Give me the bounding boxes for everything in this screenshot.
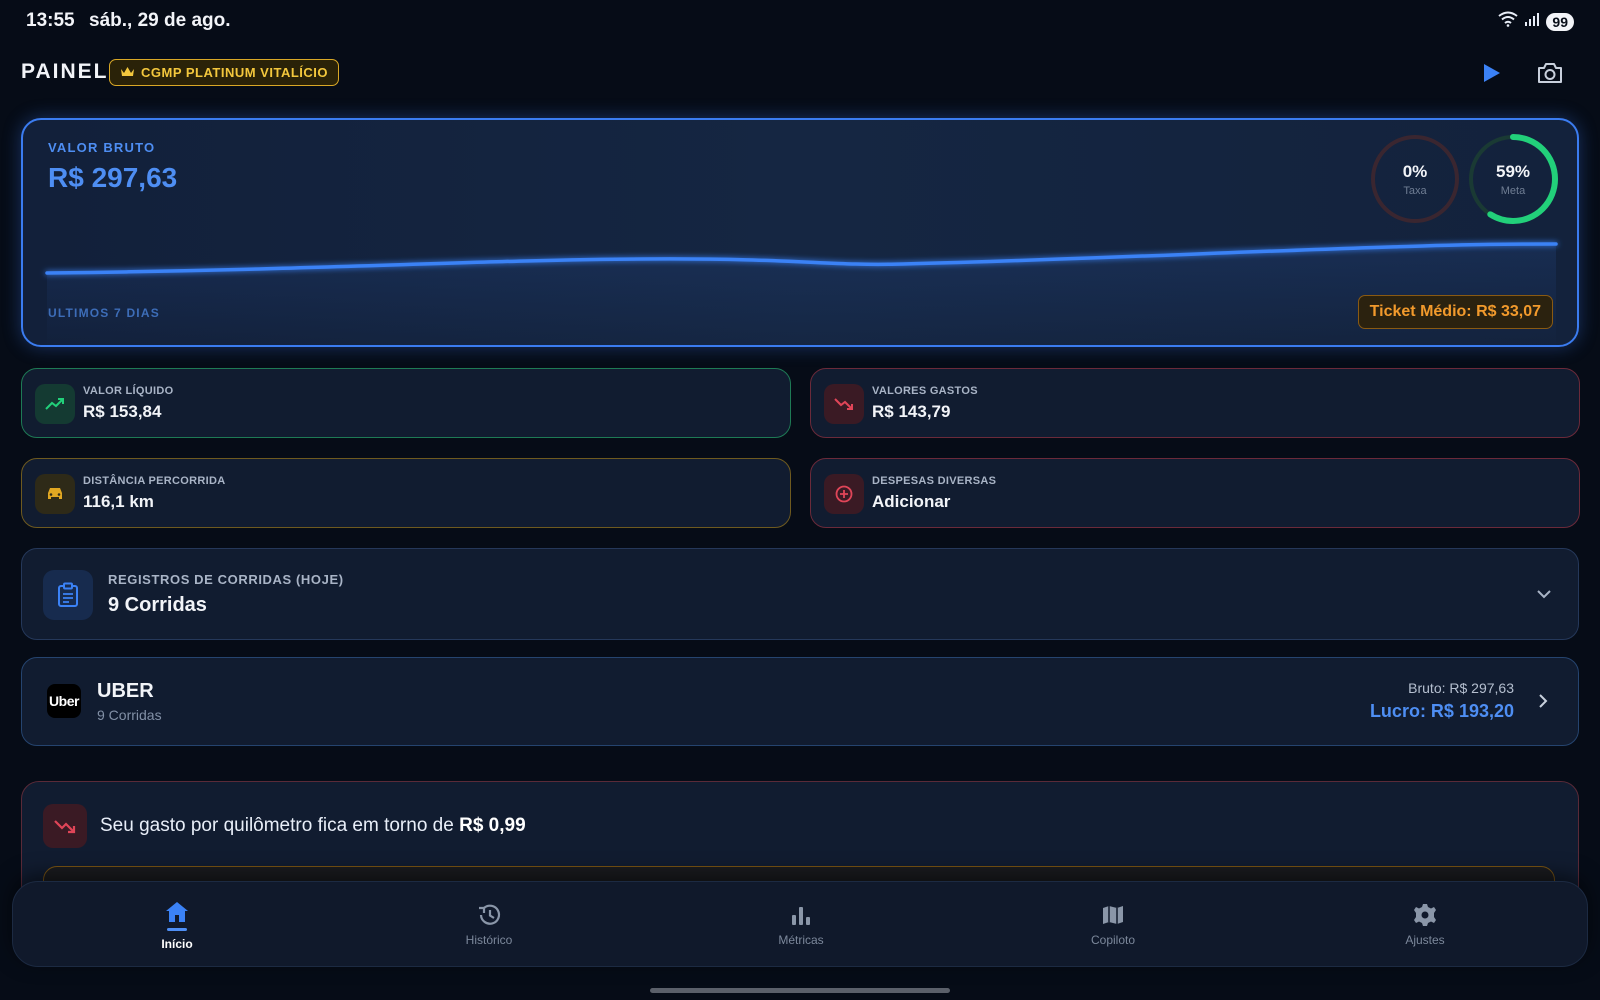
nav-item-metricas[interactable]: Métricas	[701, 882, 901, 968]
rides-log-label: REGISTROS DE CORRIDAS (HOJE)	[108, 572, 344, 587]
net-value-card[interactable]: VALOR LÍQUIDO R$ 153,84	[21, 368, 791, 438]
gear-icon	[1414, 904, 1436, 926]
play-icon	[1484, 64, 1500, 82]
play-button[interactable]	[1475, 56, 1509, 90]
trending-up-icon	[35, 384, 75, 424]
uber-platform-card[interactable]: Uber UBER 9 Corridas Bruto: R$ 297,63 Lu…	[21, 657, 1579, 746]
chevron-right-icon[interactable]	[1538, 693, 1548, 714]
trend-line-chart	[45, 242, 1558, 345]
distance-card[interactable]: DISTÂNCIA PERCORRIDA 116,1 km	[21, 458, 791, 528]
chevron-down-icon[interactable]	[1536, 587, 1552, 605]
taxa-label: Taxa	[1403, 184, 1427, 197]
uber-name: UBER	[97, 680, 154, 702]
status-date: sáb., 29 de ago.	[89, 10, 231, 31]
home-indicator[interactable]	[650, 988, 950, 993]
uber-gross: Bruto: R$ 297,63	[1408, 680, 1514, 696]
status-time: 13:55	[26, 10, 75, 31]
nav-label: Ajustes	[1405, 933, 1445, 947]
meta-label: Meta	[1500, 184, 1526, 197]
expenses-amount: R$ 143,79	[872, 402, 951, 421]
nav-item-copiloto[interactable]: Copiloto	[1013, 882, 1213, 968]
nav-label: Início	[161, 936, 193, 951]
period-label: ULTIMOS 7 DIAS	[48, 306, 160, 320]
signal-icon	[1524, 11, 1540, 32]
car-icon	[35, 474, 75, 514]
plan-badge-label: CGMP PLATINUM VITALÍCIO	[141, 65, 328, 80]
camera-button[interactable]	[1533, 56, 1567, 90]
history-icon	[479, 904, 501, 925]
misc-expenses-card[interactable]: DESPESAS DIVERSAS Adicionar	[810, 458, 1580, 528]
expenses-label: VALORES GASTOS	[872, 385, 978, 397]
insight-sentence: Seu gasto por quilômetro fica em torno d…	[100, 815, 460, 836]
expenses-card[interactable]: VALORES GASTOS R$ 143,79	[810, 368, 1580, 438]
nav-active-indicator	[167, 927, 187, 931]
meta-percent: 59%	[1495, 161, 1531, 181]
trending-down-icon	[43, 804, 87, 848]
nav-item-inicio[interactable]: Início	[77, 882, 277, 968]
taxa-percent: 0%	[1402, 161, 1428, 181]
gross-value-card[interactable]: VALOR BRUTO R$ 297,63 0% Taxa 59% Meta U…	[21, 118, 1579, 347]
add-circle-icon	[824, 474, 864, 514]
nav-item-historico[interactable]: Histórico	[389, 882, 589, 968]
net-value-label: VALOR LÍQUIDO	[83, 385, 174, 397]
add-expense-button[interactable]: Adicionar	[872, 492, 950, 512]
trend-area	[47, 244, 1556, 345]
meta-ring: 59% Meta	[1467, 133, 1559, 225]
bar-chart-icon	[792, 907, 810, 925]
misc-expenses-label: DESPESAS DIVERSAS	[872, 475, 997, 487]
crown-icon	[120, 65, 135, 81]
nav-label: Histórico	[465, 933, 513, 947]
clipboard-icon	[43, 570, 93, 620]
insight-text: Seu gasto por quilômetro fica em torno d…	[100, 815, 526, 837]
nav-label: Métricas	[778, 933, 824, 947]
battery-indicator: 99	[1546, 12, 1574, 31]
taxa-ring: 0% Taxa	[1369, 133, 1461, 225]
trending-down-icon	[824, 384, 864, 424]
distance-label: DISTÂNCIA PERCORRIDA	[83, 475, 226, 487]
uber-profit: Lucro: R$ 193,20	[1369, 701, 1514, 721]
uber-rides-count: 9 Corridas	[97, 707, 162, 723]
net-value-amount: R$ 153,84	[83, 402, 162, 421]
home-icon	[166, 901, 188, 922]
map-icon	[1103, 906, 1123, 924]
insight-value: R$ 0,99	[459, 815, 526, 836]
distance-amount: 116,1 km	[83, 492, 154, 511]
rides-log-count: 9 Corridas	[108, 594, 207, 616]
plan-badge: CGMP PLATINUM VITALÍCIO	[109, 59, 339, 86]
nav-label: Copiloto	[1090, 933, 1136, 947]
nav-item-ajustes[interactable]: Ajustes	[1325, 882, 1525, 968]
bottom-navigation: Início Histórico Métricas Copiloto Ajust…	[12, 881, 1588, 967]
rides-log-card[interactable]: REGISTROS DE CORRIDAS (HOJE) 9 Corridas	[21, 548, 1579, 640]
average-ticket-badge: Ticket Médio: R$ 33,07	[1357, 295, 1553, 329]
wifi-icon	[1498, 11, 1519, 32]
status-icons: 99	[1498, 11, 1574, 32]
uber-logo: Uber	[47, 684, 81, 718]
page-title: PAINEL	[21, 60, 109, 83]
camera-icon	[1538, 63, 1562, 83]
